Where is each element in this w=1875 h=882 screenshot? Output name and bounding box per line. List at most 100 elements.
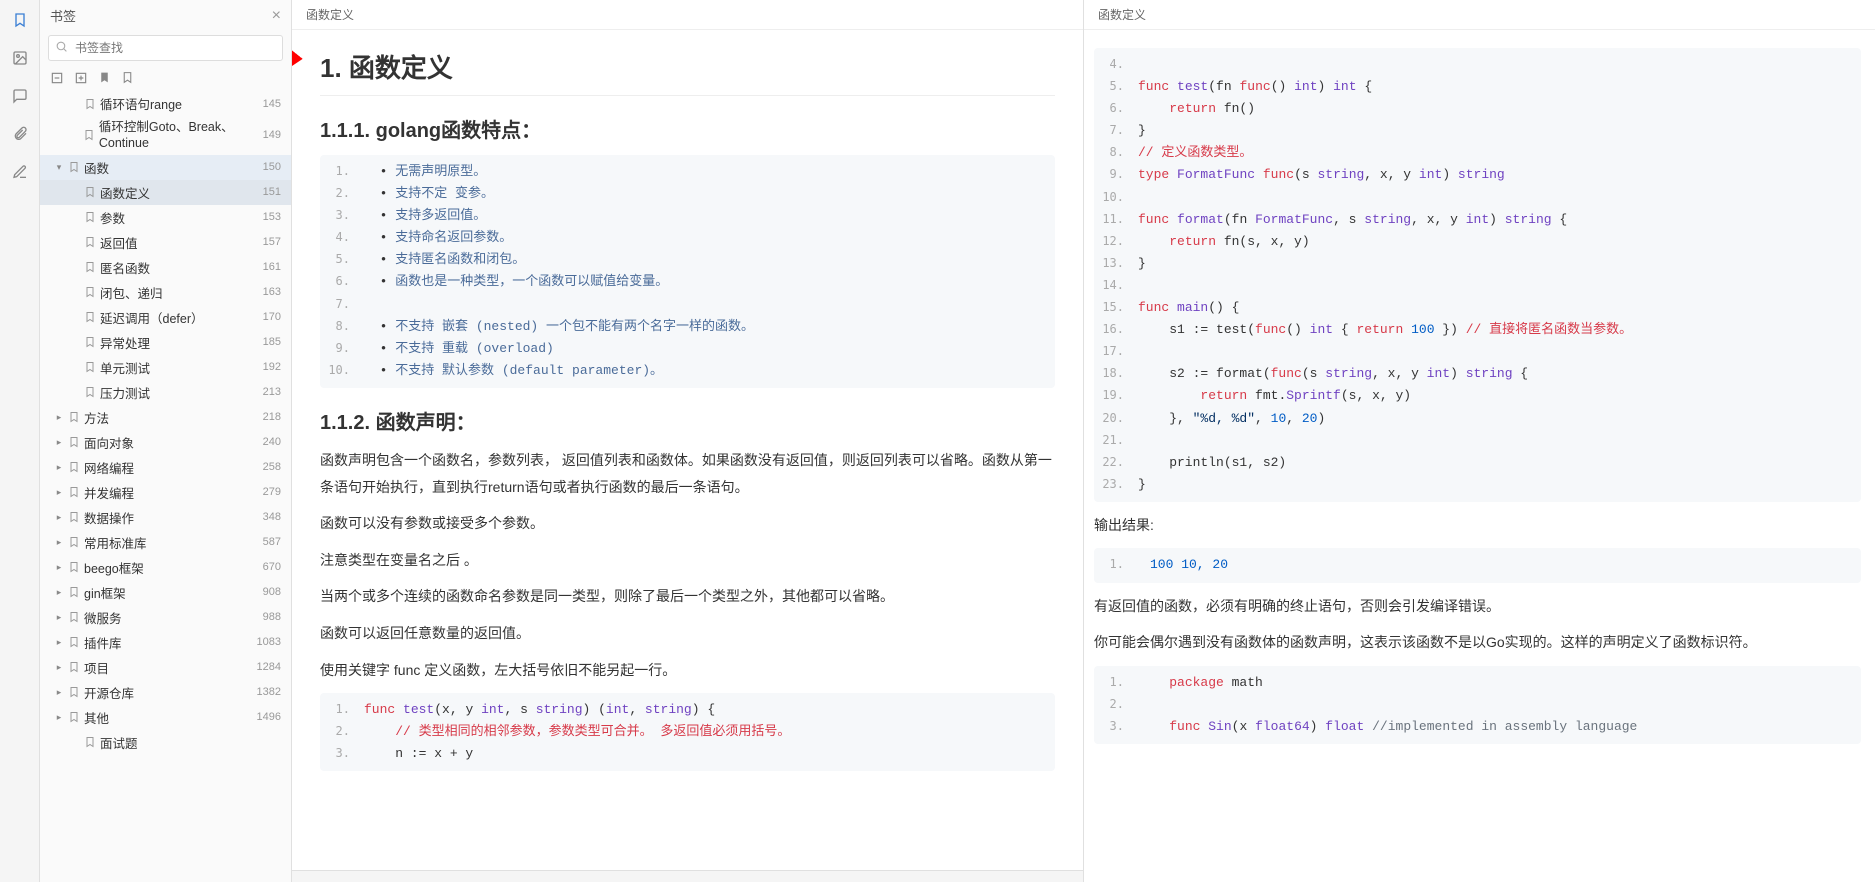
bookmark-solid-icon[interactable] [98,71,111,85]
bookmark-icon[interactable] [8,8,32,32]
left-pane: 函数定义 1. 函数定义 1.1.1. golang函数特点： 1. • 无需声… [292,0,1084,882]
tree-item[interactable]: 函数定义151 [40,180,291,205]
tree-item-label: 闭包、递归 [100,283,163,302]
left-pane-body: 1. 函数定义 1.1.1. golang函数特点： 1. • 无需声明原型。2… [292,30,1083,870]
right-pane-body: 4. 5.func test(fn func() int) int { 6. r… [1084,30,1875,882]
chevron-icon: ▸ [54,462,64,473]
sidebar-title: 书签 [50,6,76,25]
chevron-icon: ▸ [54,687,64,698]
page-number: 218 [263,411,285,423]
code-block: 1. package math 2. 3. func Sin(x float64… [1094,666,1861,744]
chevron-icon: ▸ [54,562,64,573]
paragraph: 你可能会偶尔遇到没有函数体的函数声明，这表示该函数不是以Go实现的。这样的声明定… [1094,629,1861,656]
tree-item-label: 微服务 [84,608,122,627]
bookmark-icon [68,511,80,523]
tree-item[interactable]: ▸开源仓库1382 [40,680,291,705]
bookmark-icon [84,386,96,398]
bookmark-icon [68,661,80,673]
sidebar-search [48,35,283,61]
tree-item[interactable]: 返回值157 [40,230,291,255]
sidebar-header: 书签 × [40,0,291,31]
paragraph: 使用关键字 func 定义函数，左大括号依旧不能另起一行。 [320,657,1055,684]
bookmark-icon [84,311,96,323]
tree-item[interactable]: ▸并发编程279 [40,480,291,505]
tree-item[interactable]: ▸插件库1083 [40,630,291,655]
page-number: 145 [263,98,285,110]
page-number: 908 [263,586,285,598]
tree-item[interactable]: ▸ 方法 218 [40,405,291,430]
tree-item-label: 参数 [100,208,125,227]
feature-item: • 支持不定 变参。 [364,183,494,205]
bookmark-icon [68,561,80,573]
attachment-icon[interactable] [8,122,32,146]
bookmark-icon [84,361,96,373]
tree-item[interactable]: ▸网络编程258 [40,455,291,480]
tree-item-label: 数据操作 [84,508,134,527]
expand-all-icon[interactable] [74,71,88,85]
tree-item[interactable]: ▸ gin框架 908 [40,580,291,605]
tree-item[interactable]: 压力测试213 [40,380,291,405]
collapse-all-icon[interactable] [50,71,64,85]
page-number: 185 [263,336,285,348]
tree-item[interactable]: ▸其他1496 [40,705,291,730]
page-number: 149 [263,129,285,141]
tree-item-label: 函数定义 [100,183,150,202]
paragraph: 注意类型在变量名之后 。 [320,547,1055,574]
tree-item[interactable]: 参数153 [40,205,291,230]
tree-item[interactable]: 匿名函数161 [40,255,291,280]
bookmark-icon [68,461,80,473]
bookmark-icon [68,611,80,623]
bookmark-icon [84,186,96,198]
tree-item-label: gin框架 [84,583,126,602]
tree-item[interactable]: ▾函数150 [40,155,291,180]
tree-item[interactable]: ▸ 微服务 988 [40,605,291,630]
tree-item[interactable]: 循环语句range 145 [40,91,291,116]
tree-item[interactable]: 异常处理185 [40,330,291,355]
tree-item-label: 方法 [84,408,109,427]
tree-item[interactable]: 循环控制Goto、Break、Continue149 [40,116,291,155]
tree-item[interactable]: ▸项目1284 [40,655,291,680]
chevron-icon: ▸ [54,587,64,598]
image-icon[interactable] [8,46,32,70]
comment-icon[interactable] [8,84,32,108]
horizontal-scrollbar[interactable] [292,870,1083,882]
page-number: 348 [263,511,285,523]
code-block: 1.func test(x, y int, s string) (int, st… [320,693,1055,771]
edit-icon[interactable] [8,160,32,184]
bookmark-outline-icon[interactable] [121,71,134,85]
page-number: 163 [263,286,285,298]
tree-item[interactable]: 延迟调用（defer）170 [40,305,291,330]
tree-item[interactable]: 闭包、递归 163 [40,280,291,305]
bookmark-icon [83,129,95,141]
bookmark-icon [68,436,80,448]
tree-item[interactable]: ▸面向对象240 [40,430,291,455]
tree-item[interactable]: ▸常用标准库587 [40,530,291,555]
sidebar-toolbar [40,67,291,91]
page-number: 213 [263,386,285,398]
feature-item [364,294,372,316]
tree-item-label: 面向对象 [84,433,134,452]
tree-item-label: 循环语句range [100,94,182,113]
tree-item[interactable]: 单元测试192 [40,355,291,380]
page-title: 1. 函数定义 [320,48,1055,96]
tree-item-label: 延迟调用（defer） [100,308,204,327]
bookmark-icon [84,736,96,748]
page-number: 988 [263,611,285,623]
page-number: 192 [263,361,285,373]
feature-item: • 不支持 默认参数 (default parameter)。 [364,360,663,382]
page-number: 157 [263,236,285,248]
close-icon[interactable]: × [272,7,281,25]
output-block: 1.100 10, 20 [1094,548,1861,582]
pane-tab: 函数定义 [1084,0,1875,30]
search-input[interactable] [48,35,283,61]
tree-item-label: 面试题 [100,733,138,752]
chevron-icon: ▸ [54,412,64,423]
tree-item-label: 常用标准库 [84,533,147,552]
feature-item: • 无需声明原型。 [364,161,486,183]
tree-item[interactable]: ▸beego框架670 [40,555,291,580]
chevron-icon: ▸ [54,612,64,623]
tree-item[interactable]: ▸数据操作348 [40,505,291,530]
tree-item[interactable]: 面试题 [40,730,291,755]
tree-item-label: 插件库 [84,633,122,652]
tree-item-label: 循环控制Goto、Break、Continue [99,119,263,152]
